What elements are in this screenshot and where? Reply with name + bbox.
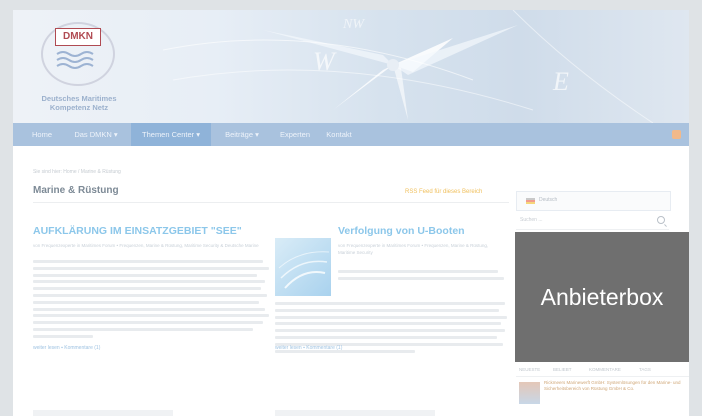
nav-item-kontakt[interactable]: Kontakt <box>319 123 359 146</box>
nav-item-experten[interactable]: Experten <box>275 123 315 146</box>
article-meta: von Frequenzexperte in Maritimes Forum •… <box>338 243 489 255</box>
nav-item-beitraege[interactable]: Beiträge ▾ <box>215 123 269 146</box>
divider <box>516 376 689 377</box>
waves-icon <box>56 51 94 69</box>
recent-post-thumbnail[interactable] <box>519 382 540 404</box>
svg-text:E: E <box>552 67 569 96</box>
tab-beliebt[interactable]: BELIEBT <box>553 367 572 372</box>
read-more-link[interactable]: weiter lesen ▪ Kommentare (1) <box>275 345 342 351</box>
sonar-image <box>278 251 330 289</box>
svg-text:NW: NW <box>342 17 365 32</box>
tab-neueste[interactable]: NEUESTE <box>519 367 540 372</box>
article-title[interactable]: Verfolgung von U-Booten <box>338 225 465 237</box>
article-excerpt <box>338 270 506 284</box>
site-header: W E NW DMKN Deutsches Maritimes Kompeten… <box>13 10 689 123</box>
ad-box[interactable]: Anbieterbox <box>515 232 689 362</box>
site-name: Deutsches Maritimes Kompetenz Netz <box>31 94 127 112</box>
article-thumbnail[interactable] <box>275 238 331 296</box>
page-title: Marine & Rüstung <box>33 185 119 196</box>
tab-kommentare[interactable]: KOMMENTARE <box>589 367 621 372</box>
article-meta: von Frequenzexperte in Maritimes Forum •… <box>33 243 259 248</box>
language-label: Deutsch <box>539 197 558 203</box>
site-name-line-1: Deutsches Maritimes <box>41 94 117 103</box>
main-navigation: Home Das DMKN ▾ Themen Center ▾ Beiträge… <box>13 123 689 146</box>
page: W E NW DMKN Deutsches Maritimes Kompeten… <box>13 10 689 416</box>
nav-item-home[interactable]: Home <box>25 123 59 146</box>
divider <box>33 202 509 203</box>
article-excerpt <box>33 260 269 342</box>
recent-post-title[interactable]: Rickmeers Marinewerft GmbH: Systemlösung… <box>544 380 686 392</box>
logo-text: DMKN <box>55 28 101 46</box>
nav-item-themen-center[interactable]: Themen Center ▾ <box>131 123 211 146</box>
breadcrumb: Sie sind hier: Home / Marine & Rüstung <box>33 169 121 175</box>
language-selector[interactable]: Deutsch <box>516 191 671 211</box>
tab-tags[interactable]: TAGS <box>639 367 651 372</box>
article-title[interactable]: AUFKLÄRUNG IM EINSATZGEBIET "SEE" <box>33 225 242 237</box>
search-input[interactable] <box>516 214 650 226</box>
article-title[interactable] <box>33 410 173 416</box>
read-more-link[interactable]: weiter lesen ▪ Kommentare (1) <box>33 345 100 351</box>
search-icon[interactable] <box>657 216 665 224</box>
german-flag-icon <box>526 198 535 204</box>
article-title[interactable] <box>275 410 435 416</box>
site-name-line-2: Kompetenz Netz <box>49 103 109 112</box>
rss-feed-link[interactable]: RSS Feed für dieses Bereich <box>405 189 482 195</box>
search-box <box>516 214 669 226</box>
nav-item-das-dmkn[interactable]: Das DMKN ▾ <box>65 123 127 146</box>
sidebar-tabs: NEUESTE BELIEBT KOMMENTARE TAGS <box>519 367 689 375</box>
site-logo[interactable]: DMKN <box>39 22 115 88</box>
divider <box>516 229 669 230</box>
rss-icon[interactable] <box>672 130 681 139</box>
